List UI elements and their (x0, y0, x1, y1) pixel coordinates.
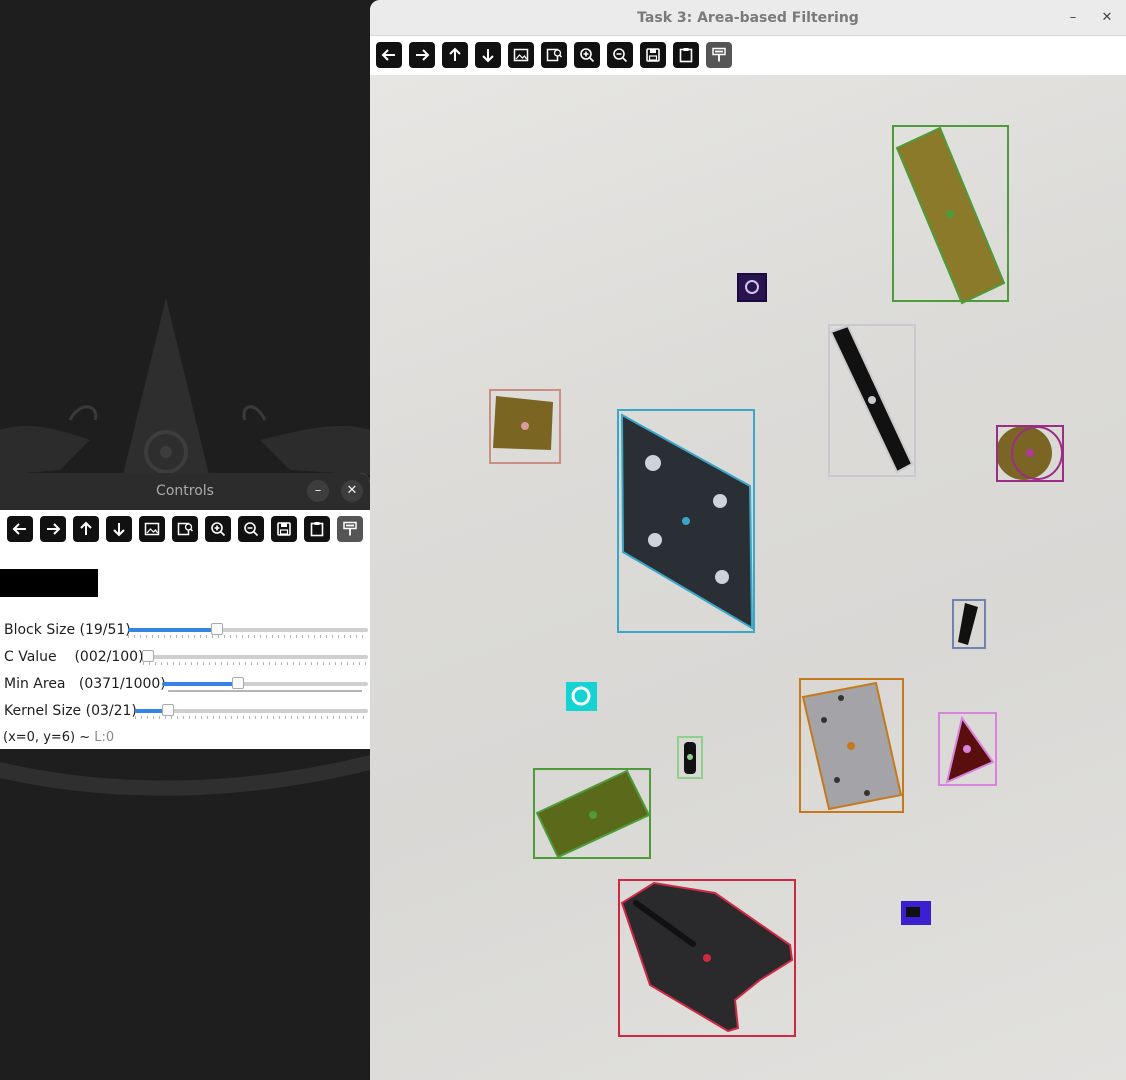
detection-wood-cylinder (996, 425, 1064, 482)
detection-small-wood-cube (489, 389, 561, 464)
slider-ticks (143, 662, 368, 665)
slider-row-min-area: Min Area (0371/1000) (0, 673, 370, 697)
detection-black-bar (828, 324, 916, 477)
detection-wood-block-large (892, 125, 1009, 305)
slider-ticks (168, 690, 362, 692)
save-icon[interactable] (271, 516, 297, 542)
arrow-down-icon[interactable] (106, 516, 132, 542)
minimize-button[interactable]: – (307, 480, 329, 502)
c-value-slider[interactable] (141, 650, 368, 662)
detection-small-bolt (952, 599, 986, 649)
image-canvas[interactable] (370, 75, 1126, 1080)
slider-fill (128, 628, 218, 632)
status-coords: (x=0, y=6) ~ (3, 730, 95, 745)
main-window-title: Task 3: Area-based Filtering (637, 10, 859, 26)
block-size-slider[interactable] (128, 623, 368, 635)
preview-swatch (0, 569, 98, 597)
detection-red-triangle (938, 712, 997, 786)
main-toolbar (370, 36, 1126, 74)
status-line: (x=0, y=6) ~ L:0 (3, 730, 114, 745)
controls-window: Controls – ✕ Block Size (19/51) C Value … (0, 473, 370, 749)
slider-ticks (135, 716, 368, 719)
controls-titlebar[interactable]: Controls – ✕ (0, 473, 370, 510)
properties-icon[interactable] (337, 516, 363, 542)
detection-aluminum-plate (799, 678, 904, 813)
slider-thumb[interactable] (211, 623, 224, 635)
detection-metal-plate (617, 409, 755, 633)
detection-cyan-washer (566, 682, 597, 711)
slider-thumb[interactable] (141, 650, 154, 662)
detection-overlay (489, 125, 1064, 1037)
zoom-in-icon[interactable] (205, 516, 231, 542)
image-icon[interactable] (139, 516, 165, 542)
detection-black-large-plate (618, 879, 796, 1037)
arrow-left-icon[interactable] (7, 516, 33, 542)
slider-ticks (128, 635, 368, 638)
status-level: L:0 (94, 730, 115, 745)
image-zoom-icon[interactable] (541, 42, 567, 68)
arrow-right-icon[interactable] (409, 42, 435, 68)
clipboard-icon[interactable] (304, 516, 330, 542)
slider-label: Kernel Size (03/21) (4, 703, 137, 719)
arrow-up-icon[interactable] (73, 516, 99, 542)
detection-blue-small-part (901, 901, 931, 925)
main-titlebar[interactable]: Task 3: Area-based Filtering – ✕ (370, 0, 1126, 36)
image-zoom-icon[interactable] (172, 516, 198, 542)
detection-small-dark-nut (737, 273, 767, 302)
clipboard-icon[interactable] (673, 42, 699, 68)
slider-label: C Value (002/100) (4, 649, 144, 665)
arrow-left-icon[interactable] (376, 42, 402, 68)
save-icon[interactable] (640, 42, 666, 68)
image-icon[interactable] (508, 42, 534, 68)
properties-icon[interactable] (706, 42, 732, 68)
kernel-size-slider[interactable] (135, 704, 368, 716)
main-window: Task 3: Area-based Filtering – ✕ (370, 0, 1126, 1080)
slider-thumb[interactable] (232, 677, 245, 689)
close-button[interactable]: ✕ (341, 480, 363, 502)
arrow-up-icon[interactable] (442, 42, 468, 68)
zoom-in-icon[interactable] (574, 42, 600, 68)
slider-row-kernel-size: Kernel Size (03/21) (0, 700, 370, 724)
slider-label: Min Area (0371/1000) (4, 676, 166, 692)
zoom-out-icon[interactable] (607, 42, 633, 68)
slider-row-c-value: C Value (002/100) (0, 646, 370, 670)
slider-fill (162, 682, 239, 686)
slider-thumb[interactable] (162, 704, 175, 716)
close-button[interactable]: ✕ (1096, 7, 1118, 29)
min-area-slider[interactable] (162, 677, 368, 689)
arrow-down-icon[interactable] (475, 42, 501, 68)
slider-label: Block Size (19/51) (4, 622, 131, 638)
arrow-right-icon[interactable] (40, 516, 66, 542)
minimize-button[interactable]: – (1062, 7, 1084, 29)
controls-toolbar (0, 510, 370, 548)
zoom-out-icon[interactable] (238, 516, 264, 542)
slider-row-block-size: Block Size (19/51) (0, 619, 370, 643)
detection-green-wood-block (533, 768, 651, 859)
detection-green-small-part (677, 736, 703, 779)
